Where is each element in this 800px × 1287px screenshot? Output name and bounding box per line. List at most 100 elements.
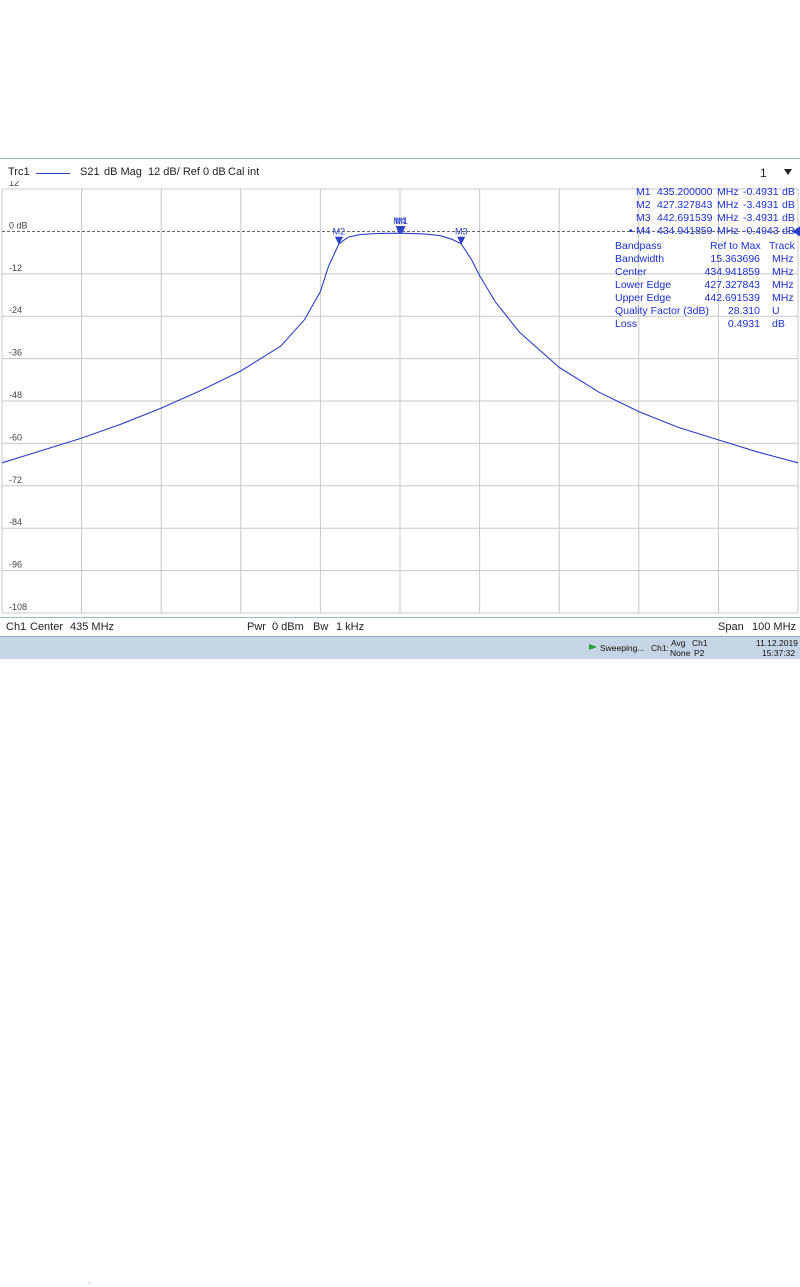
bandpass-title: Bandpass	[615, 240, 662, 252]
status-date: 11.12.2019	[756, 638, 798, 648]
y-tick-label: -60	[9, 432, 22, 442]
marker-label: M1	[636, 186, 651, 198]
bandwidth-label: Bw	[313, 621, 329, 633]
bandpass-row-value: 434.941859	[704, 266, 760, 278]
y-tick-label: -96	[9, 560, 22, 570]
active-marker-dot: •	[629, 225, 633, 237]
power-value[interactable]: 0 dBm	[272, 621, 304, 633]
footer-channel[interactable]: Ch1	[6, 621, 26, 633]
bandpass-mode: Ref to Max	[710, 240, 761, 252]
marker-row-m1[interactable]: M1 435.200000 MHz -0.4931 dB	[600, 186, 800, 199]
bandpass-row-value: 15.363696	[710, 253, 760, 265]
marker-value: -0.4943	[743, 225, 779, 237]
y-tick-label: -72	[9, 475, 22, 485]
marker-frequency: 435.200000	[657, 186, 713, 198]
status-time: 15:37:32	[762, 648, 796, 658]
bandpass-row-name: Center	[615, 266, 647, 278]
bandpass-header-row: Bandpass Ref to Max Track	[614, 240, 800, 253]
channel-number[interactable]: 1	[760, 166, 767, 180]
marker-readout-table[interactable]: M1 435.200000 MHz -0.4931 dB M2 427.3278…	[600, 186, 800, 238]
resize-grip-icon: ◦	[88, 1280, 91, 1287]
bandpass-row-unit: MHz	[772, 253, 794, 265]
marker-value: -3.4931	[743, 212, 779, 224]
trace-parameter[interactable]: S21	[80, 166, 100, 178]
bandpass-row-name: Quality Factor (3dB)	[615, 305, 709, 317]
sweep-indicator-icon	[589, 644, 597, 650]
marker-label: M2	[636, 199, 651, 211]
marker-frequency: 427.327843	[657, 199, 713, 211]
center-label: Center	[30, 621, 64, 633]
span-value[interactable]: 100 MHz	[752, 621, 796, 633]
y-tick-label: -48	[9, 390, 22, 400]
marker-value-unit: dB	[782, 212, 795, 224]
bandpass-row: Bandwidth 15.363696 MHz	[614, 253, 800, 266]
power-label: Pwr	[247, 621, 266, 633]
bandpass-row: Quality Factor (3dB) 28.310 U	[614, 305, 800, 318]
y-tick-label: -84	[9, 517, 22, 527]
y-tick-label: -108	[9, 602, 27, 612]
marker-frequency-unit: MHz	[717, 199, 739, 211]
bandpass-row-value: 427.327843	[704, 279, 760, 291]
marker-row-m3[interactable]: M3 442.691539 MHz -3.4931 dB	[600, 212, 800, 225]
trace-cal-status: Cal int	[228, 166, 260, 178]
marker-label: M4	[393, 216, 406, 226]
center-value[interactable]: 435 MHz	[70, 621, 114, 633]
bandpass-row-name: Bandwidth	[615, 253, 665, 265]
status-port: P2	[694, 648, 705, 658]
status-bar: ◦ Sweeping... Ch1: Avg None Ch1 P2 11.12…	[0, 636, 800, 1287]
marker-value: -0.4931	[743, 186, 779, 198]
status-ch1: Ch1	[692, 638, 708, 648]
bandpass-row-unit: MHz	[772, 279, 794, 291]
bandpass-row-name: Upper Edge	[615, 292, 672, 304]
trace-name[interactable]: Trc1	[8, 166, 30, 178]
marker-label: M2	[333, 227, 346, 237]
bandpass-row-name: Lower Edge	[615, 279, 672, 291]
marker-frequency-unit: MHz	[717, 225, 739, 237]
bandpass-row-unit: MHz	[772, 292, 794, 304]
channel-footer[interactable]: Ch1 Center 435 MHz Pwr 0 dBm Bw 1 kHz Sp…	[0, 617, 800, 636]
y-tick-labels: 12 0 dB -12 -24 -36 -48 -60 -72 -84 -96 -108	[9, 181, 28, 612]
bandpass-row-value: 0.4931	[727, 318, 760, 330]
bandpass-track: Track	[769, 240, 795, 252]
marker-frequency: 434.941859	[657, 225, 713, 237]
bandpass-row: Loss 0.4931 dB	[614, 318, 800, 331]
chevron-down-icon[interactable]	[784, 169, 792, 175]
marker-frequency-unit: MHz	[717, 186, 739, 198]
bandpass-row-unit: U	[772, 305, 780, 317]
marker-label: M3	[455, 227, 468, 237]
trace-format[interactable]: dB Mag	[104, 166, 142, 178]
status-avg: Avg	[671, 638, 686, 648]
marker-row-m4[interactable]: • M4 434.941859 MHz -0.4943 dB	[600, 225, 800, 238]
status-none: None	[670, 648, 691, 658]
marker-value-unit: dB	[782, 186, 795, 198]
bandpass-row-unit: dB	[772, 318, 785, 330]
bandpass-row-unit: MHz	[772, 266, 794, 278]
marker-label: M4	[636, 225, 651, 237]
bandpass-row: Upper Edge 442.691539 MHz	[614, 292, 800, 305]
sweep-status: Sweeping...	[600, 643, 645, 653]
trace-header[interactable]: Trc1 S21 dB Mag 12 dB/ Ref 0 dB Cal int	[0, 159, 800, 183]
bandwidth-value[interactable]: 1 kHz	[336, 621, 364, 633]
bandpass-row: Center 434.941859 MHz	[614, 266, 800, 279]
marker-value: -3.4931	[743, 199, 779, 211]
marker-triangle-icon	[457, 236, 466, 245]
marker-value-unit: dB	[782, 199, 795, 211]
y-tick-label: -36	[9, 348, 22, 358]
bandpass-row-value: 28.310	[727, 305, 760, 317]
bandpass-row-value: 442.691539	[704, 292, 760, 304]
marker-row-m2[interactable]: M2 427.327843 MHz -3.4931 dB	[600, 199, 800, 212]
marker-frequency-unit: MHz	[717, 212, 739, 224]
bandpass-row: Lower Edge 427.327843 MHz	[614, 279, 800, 292]
trace-scale[interactable]: 12 dB/ Ref 0 dB	[148, 166, 226, 178]
marker-label: M3	[636, 212, 651, 224]
y-tick-label: 0 dB	[9, 220, 28, 230]
status-channel: Ch1:	[651, 643, 669, 653]
y-tick-label: 12	[9, 181, 19, 188]
span-label: Span	[718, 621, 744, 633]
marker-triangle-icon	[334, 236, 343, 245]
marker-frequency: 442.691539	[657, 212, 713, 224]
marker-value-unit: dB	[782, 225, 795, 237]
y-tick-label: -24	[9, 305, 22, 315]
bandpass-results-table[interactable]: Bandpass Ref to Max Track Bandwidth 15.3…	[614, 240, 800, 331]
bandpass-row-name: Loss	[615, 318, 638, 330]
